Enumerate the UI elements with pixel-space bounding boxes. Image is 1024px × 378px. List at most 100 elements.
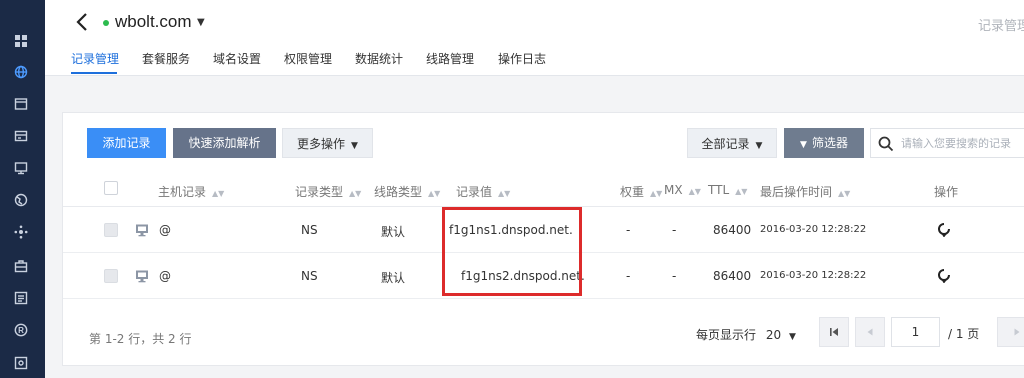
per-page-value: 20 — [765, 328, 782, 342]
caret-down-icon[interactable]: ▼ — [197, 17, 205, 28]
nodes-icon[interactable] — [12, 223, 30, 241]
list-icon[interactable] — [12, 289, 30, 307]
records-card: 添加记录 快速添加解析 更多操作 ▼ 全部记录 ▼ ▼ 筛选器 主机记录 ▲▼ 记录类型… — [62, 112, 1024, 366]
cell-weight: - — [626, 269, 631, 283]
more-actions-label: 更多操作 — [297, 137, 346, 151]
globe-icon[interactable] — [12, 63, 30, 81]
col-type-label: 记录类型 — [295, 185, 344, 199]
page-number-input[interactable] — [891, 317, 940, 347]
col-weight[interactable]: 权重 ▲▼ — [620, 183, 662, 200]
search-box — [870, 128, 1024, 158]
col-line-label: 线路类型 — [374, 185, 423, 199]
page-title: 记录管理 — [977, 19, 1024, 34]
cell-last-op: 2016-03-20 12:28:22 — [760, 270, 867, 281]
select-all-checkbox[interactable] — [104, 181, 118, 195]
search-icon[interactable] — [878, 136, 894, 152]
cell-host: @ — [159, 269, 171, 283]
col-type[interactable]: 记录类型 ▲▼ — [295, 183, 361, 200]
window-icon[interactable] — [12, 95, 30, 113]
caret-down-icon: ▼ — [788, 332, 796, 342]
cell-mx: - — [672, 269, 677, 283]
first-page-icon — [830, 328, 838, 336]
col-ttl[interactable]: TTL ▲▼ — [708, 183, 747, 197]
monitor-icon[interactable] — [135, 223, 149, 237]
svg-text:R: R — [18, 326, 24, 335]
tab-operation-log[interactable]: 操作日志 — [498, 50, 546, 67]
tab-domain-settings[interactable]: 域名设置 — [213, 50, 261, 67]
per-page-selector[interactable]: 每页显示行 20 ▼ — [696, 326, 796, 343]
col-ttl-label: TTL — [708, 183, 730, 197]
page-total: / 1 页 — [948, 327, 980, 341]
table-row: @ NS 默认 f1g1ns2.dnspod.net. - - 86400 20… — [63, 253, 1024, 299]
sort-icon: ▲▼ — [688, 187, 701, 196]
row-summary: 第 1-2 行，共 2 行 — [89, 332, 192, 346]
cell-type: NS — [301, 223, 318, 237]
refresh-icon[interactable] — [936, 221, 952, 238]
network-globe-icon[interactable] — [12, 191, 30, 209]
top-header: wbolt.com ▼ 记录管理 记录管理 套餐服务 域名设置 权限管理 数据统… — [45, 0, 1024, 76]
sort-icon: ▲▼ — [498, 189, 511, 198]
back-icon[interactable] — [74, 11, 92, 33]
prev-page-icon — [867, 328, 873, 336]
briefcase-icon[interactable] — [12, 257, 30, 275]
table-header: 主机记录 ▲▼ 记录类型 ▲▼ 线路类型 ▲▼ 记录值 ▲▼ 权重 ▲▼ MX ▲▼ TTL… — [63, 171, 1024, 207]
cell-mx: - — [672, 223, 677, 237]
prev-page-button[interactable] — [855, 317, 885, 347]
per-page-label: 每页显示行 — [696, 328, 757, 342]
tab-permissions[interactable]: 权限管理 — [284, 50, 332, 67]
monitor-icon[interactable] — [135, 269, 149, 283]
registered-icon[interactable]: R — [12, 321, 30, 339]
add-record-button[interactable]: 添加记录 — [87, 128, 166, 158]
col-weight-label: 权重 — [620, 185, 645, 199]
sort-icon: ▲▼ — [428, 189, 441, 198]
col-last-op-label: 最后操作时间 — [760, 185, 833, 199]
row-checkbox[interactable] — [104, 223, 118, 237]
tab-record-management[interactable]: 记录管理 — [71, 50, 119, 67]
dashboard-icon[interactable] — [12, 32, 30, 50]
cell-line: 默认 — [381, 225, 406, 239]
col-mx-label: MX — [664, 183, 683, 197]
more-actions-button[interactable]: 更多操作 ▼ — [282, 128, 373, 158]
sidebar: R — [0, 0, 45, 378]
col-value[interactable]: 记录值 ▲▼ — [456, 183, 510, 200]
col-value-label: 记录值 — [456, 185, 493, 199]
row-checkbox[interactable] — [104, 269, 118, 283]
monitor-icon[interactable] — [12, 159, 30, 177]
refresh-icon[interactable] — [936, 267, 952, 284]
cell-value[interactable]: f1g1ns1.dnspod.net. — [449, 223, 573, 237]
col-last-op[interactable]: 最后操作时间 ▲▼ — [760, 183, 850, 200]
settings-box-icon[interactable] — [12, 354, 30, 372]
sort-icon: ▲▼ — [650, 189, 663, 198]
col-host-label: 主机记录 — [158, 185, 207, 199]
tab-statistics[interactable]: 数据统计 — [355, 50, 403, 67]
filter-button[interactable]: ▼ 筛选器 — [784, 128, 864, 158]
sort-icon: ▲▼ — [212, 189, 225, 198]
next-page-button[interactable] — [997, 317, 1024, 347]
col-host[interactable]: 主机记录 ▲▼ — [158, 183, 224, 200]
next-page-icon — [1014, 328, 1020, 336]
domain-name[interactable]: wbolt.com — [115, 12, 192, 32]
col-mx[interactable]: MX ▲▼ — [664, 183, 701, 197]
sort-icon: ▲▼ — [838, 189, 851, 198]
card-icon[interactable] — [12, 127, 30, 145]
tab-line-management[interactable]: 线路管理 — [426, 50, 474, 67]
col-line[interactable]: 线路类型 ▲▼ — [374, 183, 440, 200]
table-row: @ NS 默认 f1g1ns1.dnspod.net. - - 86400 20… — [63, 207, 1024, 253]
cell-ttl: 86400 — [713, 223, 752, 237]
cell-host: @ — [159, 223, 171, 237]
filter-icon: ▼ — [800, 140, 807, 150]
active-tab-indicator — [71, 72, 117, 74]
cell-type: NS — [301, 269, 318, 283]
search-input[interactable] — [901, 129, 1024, 157]
cell-line: 默认 — [381, 271, 406, 285]
filter-label: 筛选器 — [811, 136, 848, 150]
sort-icon: ▲▼ — [349, 189, 362, 198]
cell-value[interactable]: f1g1ns2.dnspod.net. — [461, 269, 585, 283]
quick-add-button[interactable]: 快速添加解析 — [173, 128, 276, 158]
cell-weight: - — [626, 223, 631, 237]
tab-plan-service[interactable]: 套餐服务 — [142, 50, 190, 67]
all-records-dropdown[interactable]: 全部记录 ▼ — [687, 128, 777, 158]
caret-down-icon: ▼ — [351, 141, 358, 151]
first-page-button[interactable] — [819, 317, 849, 347]
col-actions: 操作 — [934, 185, 959, 199]
